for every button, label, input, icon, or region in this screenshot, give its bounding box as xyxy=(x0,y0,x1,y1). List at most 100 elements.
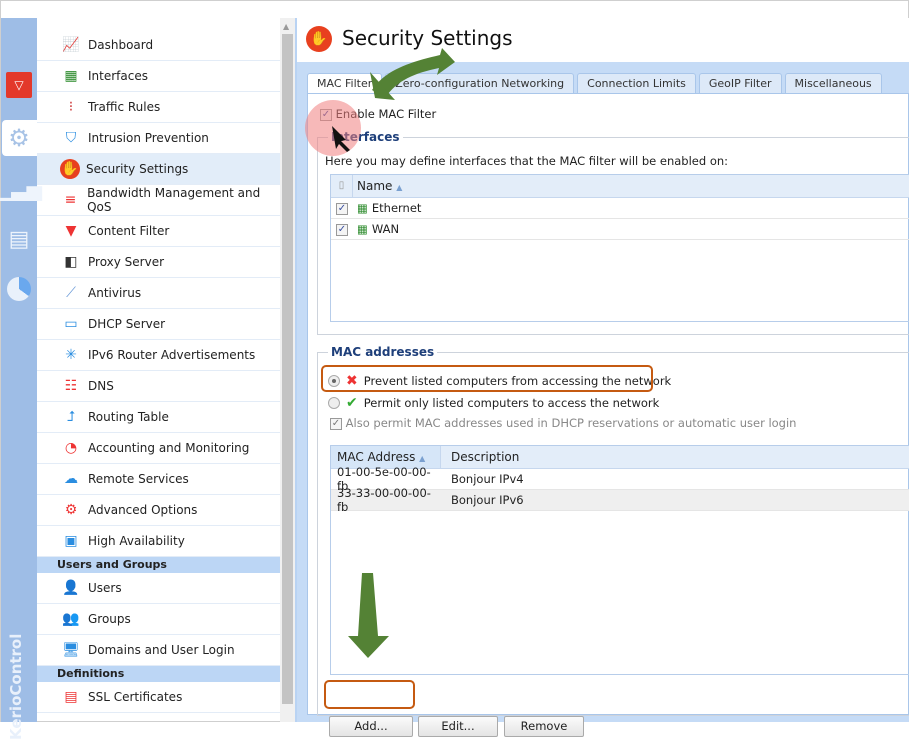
sidebar-item-label: Interfaces xyxy=(88,69,148,83)
sidebar-item-bandwidth-management-and-qos[interactable]: ≡ Bandwidth Management and QoS xyxy=(37,185,280,216)
scrollbar-thumb[interactable] xyxy=(282,34,293,704)
also-permit-checkbox[interactable]: ✓ Also permit MAC addresses used in DHCP… xyxy=(330,416,796,430)
interfaces-description: Here you may define interfaces that the … xyxy=(325,154,729,168)
network-card-icon: ▦ xyxy=(64,68,78,84)
sidebar-item-content-filter[interactable]: ▼ Content Filter xyxy=(37,216,280,247)
cloud-gear-icon: ☁ xyxy=(64,471,78,487)
interface-row[interactable]: ✓ ▦ Ethernet xyxy=(331,198,909,219)
sidebar-item-label: Content Filter xyxy=(88,224,170,238)
tab-mac-filter[interactable]: MAC Filter xyxy=(307,73,383,95)
interfaces-legend: Interfaces xyxy=(328,130,403,144)
tab-geoip-filter[interactable]: GeoIP Filter xyxy=(698,73,782,94)
prevent-label: Prevent listed computers from accessing … xyxy=(363,374,672,388)
funnel-icon: ▼ xyxy=(65,223,77,239)
sidebar-item-label: SSL Certificates xyxy=(88,690,183,704)
monitor-clock-icon: ▭ xyxy=(64,316,78,332)
checkbox[interactable]: ✓ xyxy=(336,202,348,215)
column-name[interactable]: Name ▲ xyxy=(353,179,402,193)
sidebar-item-dashboard[interactable]: 📈 Dashboard xyxy=(37,30,280,61)
enable-mac-filter-checkbox[interactable]: ✓ Enable MAC Filter xyxy=(320,107,436,121)
add-button[interactable]: Add... xyxy=(329,716,413,737)
sidebar-item-label: Domains and User Login xyxy=(88,643,235,657)
interface-name: WAN xyxy=(371,222,400,236)
sidebar-item-interfaces[interactable]: ▦ Interfaces xyxy=(37,61,280,92)
sidebar-item-proxy-server[interactable]: ◧ Proxy Server xyxy=(37,247,280,278)
checkbox[interactable]: ✓ xyxy=(330,417,342,430)
traffic-light-icon: ⁝ xyxy=(68,99,74,115)
sidebar-item-ssl-certificates[interactable]: ▤ SSL Certificates xyxy=(37,682,280,713)
sidebar-item-label: Traffic Rules xyxy=(88,100,161,114)
interfaces-fieldset: Interfaces Here you may define interface… xyxy=(317,130,909,335)
prevent-radio-option[interactable]: ✖ Prevent listed computers from accessin… xyxy=(328,373,671,389)
gear-icon[interactable]: ⚙ xyxy=(6,124,32,152)
remove-button[interactable]: Remove xyxy=(504,716,584,737)
radio[interactable] xyxy=(328,397,340,409)
checkbox[interactable]: ✓ xyxy=(320,108,332,121)
sort-asc-icon: ▲ xyxy=(419,454,426,463)
mac-addresses-fieldset: MAC addresses ✖ Prevent listed computers… xyxy=(317,345,909,716)
sidebar-item-high-availability[interactable]: ▣ High Availability xyxy=(37,526,280,557)
bar-chart-icon[interactable]: ▁▃▅ xyxy=(0,176,42,202)
sidebar-item-label: Users xyxy=(88,581,122,595)
sidebar-item-label: Proxy Server xyxy=(88,255,165,269)
dashboard-icon: 📈 xyxy=(62,37,80,53)
sidebar-item-domains-and-user-login[interactable]: 🖥 Domains and User Login xyxy=(37,635,280,666)
sidebar-item-label: IPv6 Router Advertisements xyxy=(88,348,256,362)
sidebar-item-label: Accounting and Monitoring xyxy=(88,441,250,455)
sidebar-item-traffic-rules[interactable]: ⁝ Traffic Rules xyxy=(37,92,280,123)
permit-radio-option[interactable]: ✔ Permit only listed computers to access… xyxy=(328,395,659,411)
sidebar-item-dns[interactable]: ☷ DNS xyxy=(37,371,280,402)
tab-strip: MAC Filter Zero-configuration Networking C… xyxy=(307,73,882,95)
checkbox[interactable]: ✓ xyxy=(336,223,348,236)
section-header-definitions: Definitions xyxy=(37,666,280,682)
sidebar-item-label: Remote Services xyxy=(88,472,189,486)
proxy-icon: ◧ xyxy=(64,254,78,270)
sidebar-item-groups[interactable]: 👥 Groups xyxy=(37,604,280,635)
sidebar-item-routing-table[interactable]: ⮥ Routing Table xyxy=(37,402,280,433)
sidebar-nav: 📈 Dashboard ▦ Interfaces ⁝ Traffic Rules ⛉ Intr… xyxy=(37,30,280,713)
description-cell: Bonjour IPv6 xyxy=(451,493,524,507)
network-card-icon: ▦ xyxy=(357,201,368,215)
sidebar-item-label: Dashboard xyxy=(88,38,154,52)
page-header: ✋ Security Settings xyxy=(297,18,909,62)
module-rail: ▽ ⚙ ▁▃▅ ▤ KerioControl xyxy=(0,18,42,740)
tab-miscellaneous[interactable]: Miscellaneous xyxy=(784,73,882,94)
sort-asc-icon: ▲ xyxy=(396,183,403,192)
tab-zero-configuration-networking[interactable]: Zero-configuration Networking xyxy=(385,73,575,94)
sidebar-item-label: Antivirus xyxy=(88,286,142,300)
kerio-shield-icon[interactable]: ▽ xyxy=(6,72,32,98)
sidebar-item-label: Advanced Options xyxy=(88,503,198,517)
sidebar-item-intrusion-prevention[interactable]: ⛉ Intrusion Prevention xyxy=(37,123,280,154)
pie-chart-icon[interactable] xyxy=(6,276,32,302)
sidebar-item-antivirus[interactable]: ⟋ Antivirus xyxy=(37,278,280,309)
stop-hand-icon: ✋ xyxy=(306,26,332,52)
mac-address-grid: MAC Address ▲ Description 01-00-5e-00-00… xyxy=(330,445,909,675)
shield-icon: ⛉ xyxy=(65,130,77,146)
column-description[interactable]: Description xyxy=(441,450,519,464)
sidebar-item-dhcp-server[interactable]: ▭ DHCP Server xyxy=(37,309,280,340)
tab-connection-limits[interactable]: Connection Limits xyxy=(577,73,696,94)
sidebar-item-label: Groups xyxy=(88,612,131,626)
mac-address-cell: 33-33-00-00-00-fb xyxy=(337,486,431,514)
interface-row[interactable]: ✓ ▦ WAN xyxy=(331,219,909,240)
sidebar-item-security-settings[interactable]: ✋ Security Settings xyxy=(37,154,280,185)
tab-panel-mac-filter: ✓ Enable MAC Filter Interfaces Here you … xyxy=(307,93,909,737)
green-check-icon: ✔ xyxy=(346,395,358,411)
radio[interactable] xyxy=(328,375,340,387)
select-all-checkbox[interactable]: ▯ xyxy=(331,175,353,197)
sidebar-item-advanced-options[interactable]: ⚙ Advanced Options xyxy=(37,495,280,526)
description-cell: Bonjour IPv4 xyxy=(451,472,524,486)
sidebar-item-remote-services[interactable]: ☁ Remote Services xyxy=(37,464,280,495)
edit-button[interactable]: Edit... xyxy=(418,716,498,737)
log-document-icon[interactable]: ▤ xyxy=(6,226,32,252)
sidebar-item-accounting-and-monitoring[interactable]: ◔ Accounting and Monitoring xyxy=(37,433,280,464)
sidebar-item-users[interactable]: 👤 Users xyxy=(37,573,280,604)
scroll-up-icon[interactable]: ▲ xyxy=(283,22,289,31)
user-icon: 👤 xyxy=(62,580,80,596)
also-permit-label: Also permit MAC addresses used in DHCP r… xyxy=(345,416,797,430)
brand-logo: KerioControl xyxy=(7,633,25,740)
mac-row[interactable]: 33-33-00-00-00-fb Bonjour IPv6 xyxy=(331,486,909,514)
page-title: Security Settings xyxy=(342,26,513,50)
sidebar-item-ipv6-router-advertisements[interactable]: ✳ IPv6 Router Advertisements xyxy=(37,340,280,371)
sidebar-scrollbar[interactable]: ▲ xyxy=(280,18,295,722)
